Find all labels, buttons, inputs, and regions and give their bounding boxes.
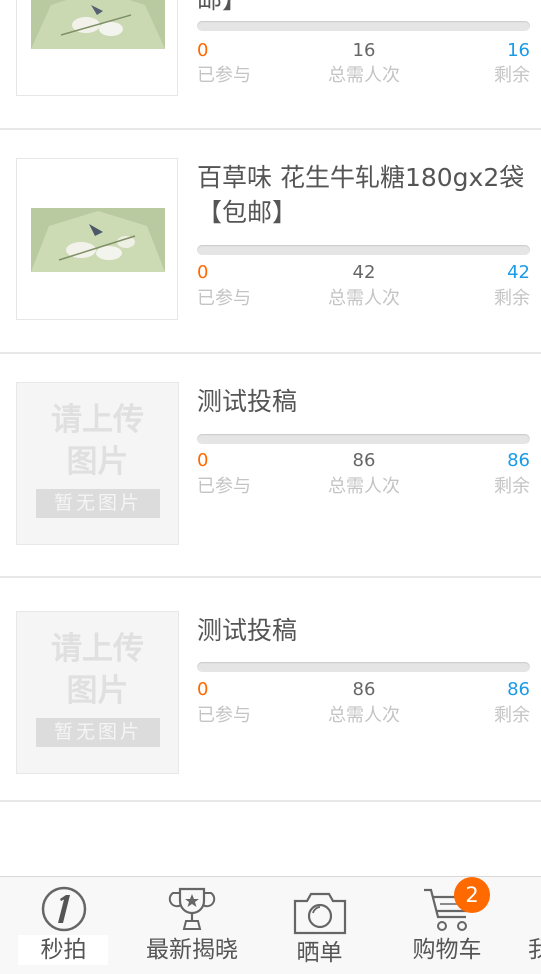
total-count: 86 [352, 450, 376, 471]
total-count: 16 [352, 40, 376, 61]
product-title[interactable]: 测试投稿 [197, 613, 541, 648]
participated-count: 0 [197, 679, 209, 700]
total-label: 总需人次 [328, 705, 400, 726]
remaining-count: 16 [507, 40, 530, 61]
camera-icon [293, 892, 347, 935]
bottom-tab-bar: 秒拍 最新揭晓 晒单 2 购物车 我 [0, 876, 541, 974]
participated-label: 已参与 [197, 705, 251, 726]
participated-count: 0 [197, 262, 209, 283]
progress-bar [197, 245, 530, 255]
total-label: 总需人次 [328, 288, 400, 309]
cart-count-badge: 2 [454, 877, 490, 913]
remaining-label: 剩余 [494, 288, 530, 309]
painting-image [31, 208, 165, 272]
tab-latest-reveal[interactable]: 最新揭晓 [127, 877, 257, 974]
no-image-label: 暂无图片 [36, 489, 160, 518]
list-item[interactable]: 请上传 图片 暂无图片 测试投稿 0 86 86 已参与 总需人次 剩余 [0, 576, 541, 802]
tab-label: 购物车 [412, 937, 482, 963]
tab-label: 最新揭晓 [146, 937, 238, 963]
tab-miaopai[interactable]: 秒拍 [0, 877, 127, 974]
participated-label: 已参与 [197, 476, 251, 497]
total-count: 86 [352, 679, 376, 700]
list-item[interactable]: 请上传 图片 暂无图片 测试投稿 0 86 86 已参与 总需人次 剩余 [0, 352, 541, 578]
progress-bar [197, 21, 530, 31]
product-title[interactable]: 百草味 花生牛轧糖180gx2袋【包邮】 [197, 160, 541, 230]
placeholder-text: 图片 [66, 673, 129, 709]
total-label: 总需人次 [328, 65, 400, 86]
remaining-label: 剩余 [494, 705, 530, 726]
tab-label: 秒拍 [40, 937, 87, 963]
product-thumbnail[interactable] [16, 158, 178, 320]
placeholder-image[interactable]: 请上传 图片 暂无图片 [16, 611, 179, 774]
trophy-icon [168, 887, 216, 930]
progress-bar [197, 662, 530, 672]
one-circle-icon [41, 886, 87, 932]
placeholder-text: 请上传 [51, 631, 144, 667]
participated-label: 已参与 [197, 288, 251, 309]
remaining-count: 86 [507, 679, 530, 700]
list-item[interactable]: 百草味 花生牛轧糖180gx2袋【包邮】 0 42 42 已参与 总需人次 剩余 [0, 128, 541, 354]
placeholder-image[interactable]: 请上传 图片 暂无图片 [16, 382, 179, 545]
remaining-count: 86 [507, 450, 530, 471]
tab-show-order[interactable]: 晒单 [257, 877, 382, 974]
placeholder-text: 请上传 [51, 402, 144, 438]
participated-label: 已参与 [197, 65, 251, 86]
remaining-count: 42 [507, 262, 530, 283]
product-thumbnail[interactable] [16, 0, 178, 96]
tab-label: 我 [528, 937, 541, 963]
no-image-label: 暂无图片 [36, 718, 160, 747]
total-label: 总需人次 [328, 476, 400, 497]
tab-cart[interactable]: 2 购物车 [382, 877, 512, 974]
participated-count: 0 [197, 40, 209, 61]
product-title[interactable]: 邮】 [197, 0, 541, 17]
remaining-label: 剩余 [494, 65, 530, 86]
placeholder-text: 图片 [66, 444, 129, 480]
tab-me[interactable]: 我 [512, 877, 541, 974]
tab-label: 晒单 [296, 940, 343, 966]
list-item[interactable]: 邮】 0 16 16 已参与 总需人次 剩余 [0, 0, 541, 130]
progress-bar [197, 434, 530, 444]
total-count: 42 [352, 262, 376, 283]
product-title[interactable]: 测试投稿 [197, 384, 541, 419]
painting-image [31, 0, 165, 49]
participated-count: 0 [197, 450, 209, 471]
remaining-label: 剩余 [494, 476, 530, 497]
